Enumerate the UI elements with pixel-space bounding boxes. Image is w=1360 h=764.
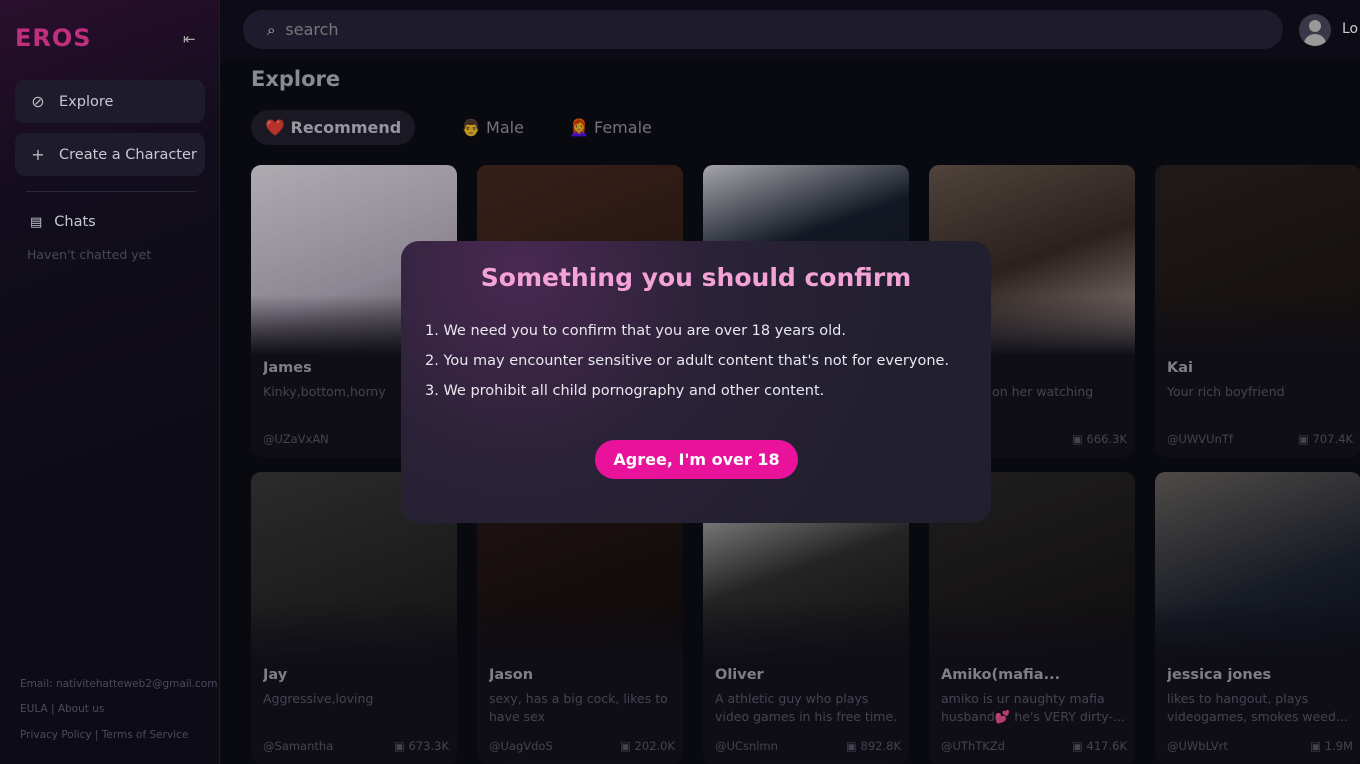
chat-icon: ▤ <box>30 214 43 230</box>
modal-title: Something you should confirm <box>480 263 912 292</box>
sidebar-item-create-character[interactable]: + Create a Character <box>15 133 205 176</box>
modal-item: 3. We prohibit all child pornography and… <box>425 383 825 399</box>
separator: | <box>94 729 99 741</box>
sidebar-item-explore[interactable]: ⊘ Explore <box>15 80 205 123</box>
chats-label: Chats <box>54 214 96 230</box>
sidebar-item-label: Explore <box>59 93 114 110</box>
logo[interactable]: EROS <box>15 24 92 52</box>
modal-item: 1. We need you to confirm that you are o… <box>425 323 846 339</box>
sidebar-item-label: Create a Character <box>59 146 197 163</box>
terms-link[interactable]: Terms of Service <box>102 729 189 741</box>
compass-icon: ⊘ <box>31 92 45 111</box>
avatar[interactable] <box>1299 14 1331 46</box>
sidebar: EROS ⇤ ⊘ Explore + Create a Character ▤ Cha… <box>0 0 220 764</box>
separator: | <box>50 703 55 715</box>
search-bar: ⌕ <box>243 10 1283 49</box>
login-button[interactable]: Lo <box>1342 21 1358 37</box>
privacy-link[interactable]: Privacy Policy <box>20 729 92 741</box>
eula-link[interactable]: EULA <box>20 703 48 715</box>
plus-icon: + <box>31 145 45 164</box>
modal-item: 2. You may encounter sensitive or adult … <box>425 353 950 369</box>
age-confirm-modal: Something you should confirm 1. We need … <box>401 241 991 523</box>
agree-button[interactable]: Agree, I'm over 18 <box>595 440 798 479</box>
no-chats-text: Haven't chatted yet <box>27 247 152 262</box>
sidebar-item-chats[interactable]: ▤ Chats <box>30 214 96 230</box>
collapse-sidebar-icon[interactable]: ⇤ <box>183 30 196 48</box>
about-link[interactable]: About us <box>58 703 105 715</box>
search-input[interactable] <box>285 20 1186 39</box>
footer-email: Email: nativitehatteweb2@gmail.com <box>20 678 218 690</box>
divider <box>26 191 196 192</box>
search-icon: ⌕ <box>267 20 276 39</box>
